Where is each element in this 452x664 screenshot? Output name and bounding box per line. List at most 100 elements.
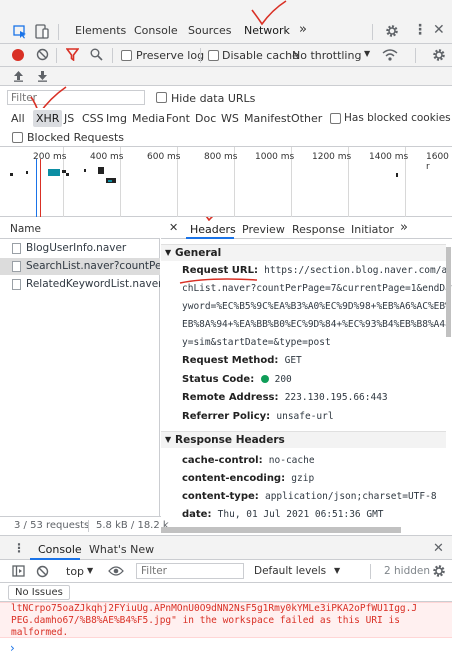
type-other[interactable]: Other — [291, 112, 322, 125]
import-har-icon[interactable] — [13, 70, 24, 82]
response-header-row: content-type: application/json;charset=U… — [182, 491, 437, 502]
header-value: gzip — [291, 473, 315, 484]
dropdown-arrow-icon[interactable]: ▼ — [334, 566, 340, 575]
header-value: Thu, 01 Jul 2021 06:51:36 GMT — [217, 509, 384, 520]
tab-headers[interactable]: Headers — [190, 223, 236, 236]
response-header-row: content-encoding: gzip — [182, 473, 314, 484]
settings-gear-icon[interactable] — [385, 24, 399, 38]
header-value: application/json;charset=UTF-8 — [264, 491, 437, 502]
request-url-continued: chList.naver?countPerPage=7&currentPage=… — [182, 283, 452, 294]
type-all[interactable]: All — [11, 112, 25, 125]
request-row[interactable]: RelatedKeywordList.naver?k... — [0, 276, 160, 293]
request-url-value: https://section.blog.naver.com/ajax/Sear — [264, 265, 452, 276]
document-icon — [12, 261, 21, 272]
clear-console-icon[interactable] — [36, 565, 49, 578]
blocked-requests-label: Blocked Requests — [27, 131, 125, 144]
more-options-icon[interactable]: ⋮ — [413, 22, 427, 38]
hide-data-urls-checkbox[interactable] — [156, 92, 167, 103]
request-url-label: Request URL: — [182, 265, 258, 276]
request-row-selected[interactable]: SearchList.naver?countPerP... — [0, 258, 160, 275]
details-horizontal-scrollbar[interactable] — [161, 527, 401, 533]
request-row[interactable]: BlogUserInfo.naver — [0, 240, 160, 257]
type-font[interactable]: Font — [166, 112, 190, 125]
load-event-marker — [40, 159, 41, 217]
has-blocked-cookies-checkbox[interactable] — [330, 113, 341, 124]
clear-icon[interactable] — [36, 48, 49, 61]
timeline-bar — [10, 173, 13, 176]
close-drawer-icon[interactable]: ✕ — [433, 541, 444, 556]
remote-address-value: 223.130.195.66:443 — [284, 392, 388, 403]
filter-funnel-icon[interactable] — [66, 48, 79, 61]
type-xhr[interactable]: XHR — [33, 110, 63, 127]
issues-button[interactable]: No Issues — [8, 585, 70, 600]
details-vertical-scrollbar[interactable] — [446, 247, 451, 337]
blocked-requests-checkbox[interactable] — [12, 132, 23, 143]
timeline-bar — [98, 167, 104, 174]
timeline-tick: 1000 ms — [255, 152, 295, 162]
drawer-tab-whats-new[interactable]: What's New — [89, 543, 154, 556]
response-headers-title: Response Headers — [175, 434, 285, 446]
network-conditions-icon[interactable] — [382, 48, 398, 62]
device-toolbar-icon[interactable] — [35, 24, 49, 39]
timeline-bar — [48, 169, 60, 176]
preserve-log-label: Preserve log — [136, 49, 205, 62]
context-selector[interactable]: top — [66, 565, 84, 578]
tab-sources[interactable]: Sources — [188, 24, 232, 37]
type-doc[interactable]: Doc — [195, 112, 216, 125]
annotation-checkmark-network — [251, 0, 287, 26]
type-css[interactable]: CSS — [82, 112, 104, 125]
tab-response[interactable]: Response — [292, 223, 345, 236]
network-overview-timeline[interactable]: 200 ms 400 ms 600 ms 800 ms 1000 ms 1200… — [0, 147, 452, 217]
timeline-bar — [108, 180, 112, 182]
dropdown-arrow-icon[interactable]: ▼ — [87, 566, 93, 575]
type-manifest[interactable]: Manifest — [244, 112, 291, 125]
timeline-tick: 1200 ms — [312, 152, 352, 162]
close-details-icon[interactable]: ✕ — [169, 221, 178, 234]
status-code-label: Status Code: — [182, 374, 255, 385]
disable-cache-checkbox[interactable] — [208, 50, 219, 61]
type-ws[interactable]: WS — [221, 112, 239, 125]
console-filter-input[interactable] — [136, 563, 244, 579]
more-detail-tabs-icon[interactable]: » — [400, 220, 408, 235]
response-headers-section-header[interactable]: ▼ Response Headers — [161, 431, 446, 448]
close-devtools-icon[interactable]: ✕ — [433, 22, 445, 38]
tab-preview[interactable]: Preview — [242, 223, 285, 236]
name-column-header[interactable]: Name — [10, 223, 41, 235]
filter-input[interactable] — [7, 90, 145, 105]
more-tabs-icon[interactable]: » — [299, 22, 307, 37]
export-har-icon[interactable] — [37, 70, 48, 82]
live-expression-eye-icon[interactable] — [108, 565, 124, 577]
tab-elements[interactable]: Elements — [75, 24, 126, 37]
network-settings-gear-icon[interactable] — [432, 48, 446, 62]
general-title: General — [175, 247, 222, 259]
preserve-log-checkbox[interactable] — [121, 50, 132, 61]
type-js[interactable]: JS — [64, 112, 74, 125]
timeline-bar — [396, 173, 398, 177]
record-icon[interactable] — [12, 49, 24, 61]
request-url-continued: y=sim&startDate=&type=post — [182, 337, 331, 348]
blocked-requests-row: Blocked Requests — [0, 129, 452, 147]
type-media[interactable]: Media — [132, 112, 165, 125]
status-code-value: 200 — [274, 374, 292, 385]
dropdown-arrow-icon[interactable]: ▼ — [364, 49, 370, 58]
tab-initiator[interactable]: Initiator — [351, 223, 394, 236]
log-levels-select[interactable]: Default levels — [254, 565, 326, 577]
drawer-tab-bar: ⋮ Console What's New ✕ — [0, 535, 452, 560]
network-toolbar: Preserve log Disable cache No throttling… — [0, 44, 452, 67]
console-prompt[interactable]: › — [0, 638, 452, 664]
search-icon[interactable] — [90, 48, 103, 61]
drawer-menu-icon[interactable]: ⋮ — [13, 541, 25, 555]
type-img[interactable]: Img — [106, 112, 127, 125]
tab-console[interactable]: Console — [134, 24, 178, 37]
drawer-tab-console[interactable]: Console — [38, 543, 82, 556]
console-sidebar-icon[interactable] — [12, 565, 25, 577]
timeline-bar — [84, 169, 86, 172]
request-name: BlogUserInfo.naver — [26, 242, 127, 254]
expand-triangle-icon: ▼ — [165, 435, 172, 444]
throttling-select[interactable]: No throttling — [292, 49, 361, 62]
inspect-element-icon[interactable] — [13, 25, 27, 39]
general-section-header[interactable]: ▼ General — [161, 244, 446, 261]
dom-content-loaded-marker — [36, 159, 37, 217]
console-settings-gear-icon[interactable] — [432, 564, 446, 578]
timeline-bar — [26, 171, 28, 174]
